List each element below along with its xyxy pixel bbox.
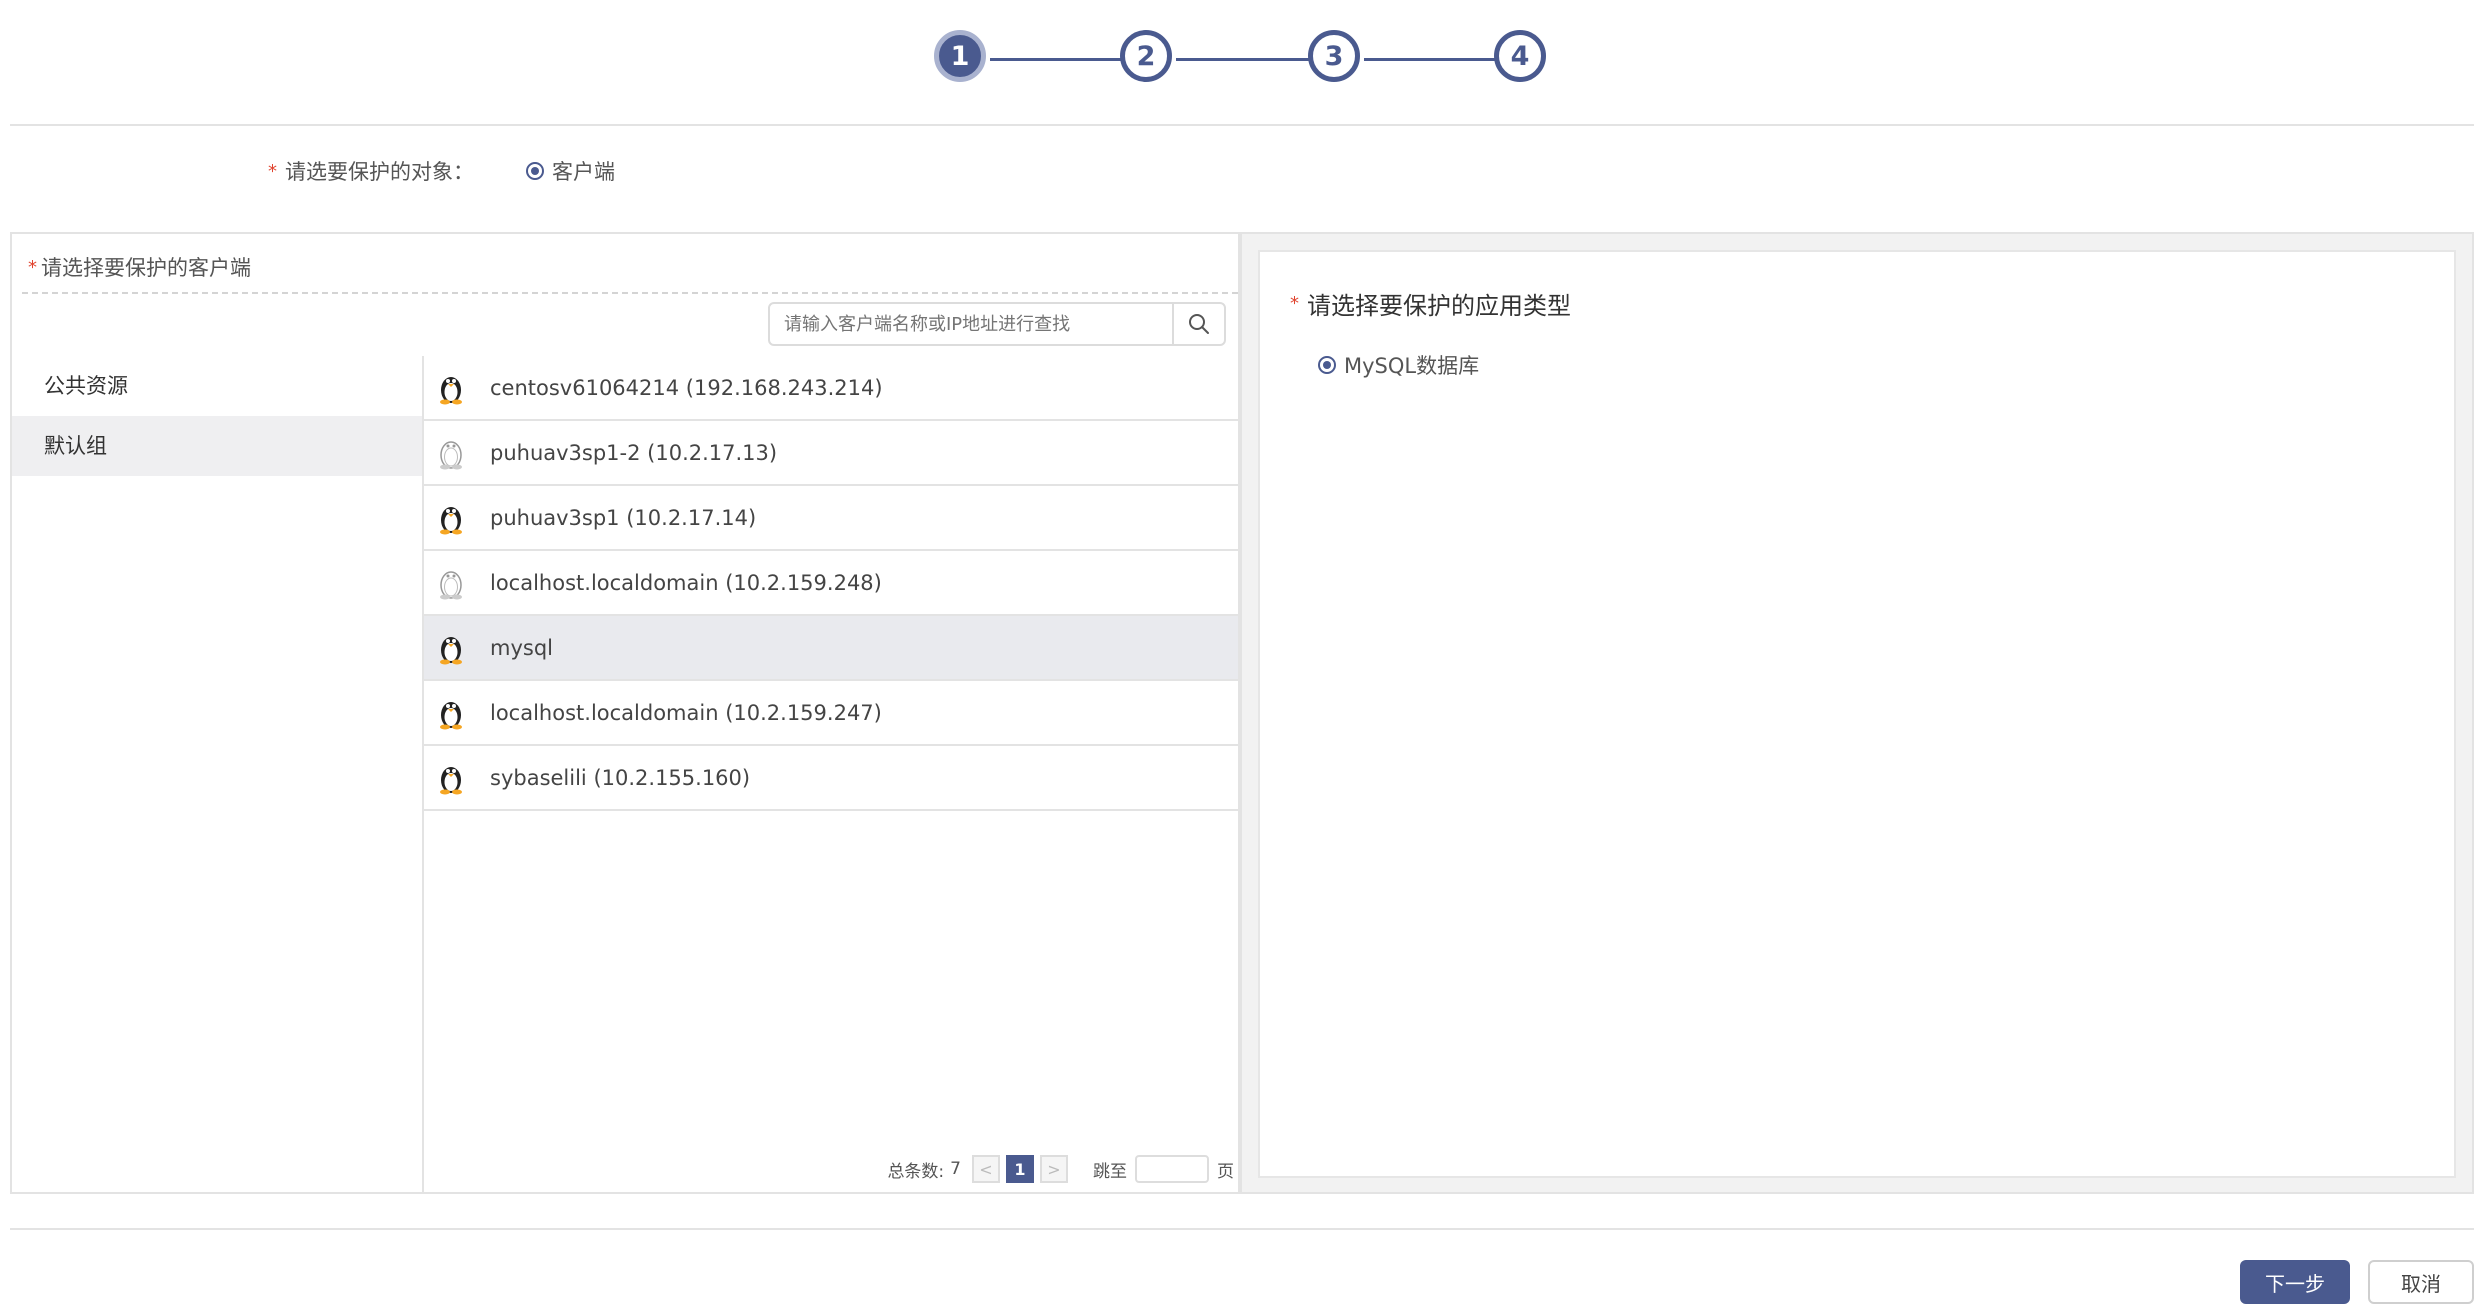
group-item-public[interactable]: 公共资源 (12, 356, 422, 416)
jump-page-input[interactable] (1135, 1155, 1209, 1183)
radio-checked-icon[interactable] (1318, 356, 1336, 374)
client-row[interactable]: puhuav3sp1-2 (10.2.17.13) (424, 421, 1238, 486)
pagination: 总条数: 7 < 1 > 跳至 页 (887, 1152, 1238, 1186)
client-label: puhuav3sp1 (10.2.17.14) (490, 505, 757, 530)
prev-page-button[interactable]: < (972, 1155, 1000, 1183)
client-select-panel: * 请选择要保护的客户端 公共资源 默认组 centosv61064214 (1… (10, 232, 1240, 1194)
step-4: 4 (1494, 30, 1546, 82)
client-search-input[interactable] (770, 304, 1172, 344)
client-search-box (768, 302, 1226, 346)
client-row[interactable]: localhost.localdomain (10.2.159.247) (424, 681, 1238, 746)
step-connector (1176, 58, 1310, 61)
linux-penguin-icon (440, 506, 462, 534)
required-mark: * (268, 160, 277, 182)
cancel-button[interactable]: 取消 (2368, 1260, 2474, 1304)
linux-penguin-offline-icon (440, 440, 462, 469)
client-radio-option[interactable]: 客户端 (526, 156, 615, 186)
client-label: mysql (490, 635, 553, 660)
client-label: localhost.localdomain (10.2.159.248) (490, 570, 882, 595)
total-count: 7 (950, 1159, 961, 1179)
step-connector (1364, 58, 1498, 61)
app-type-card: * 请选择要保护的应用类型 MySQL数据库 (1258, 250, 2456, 1178)
client-row[interactable]: puhuav3sp1 (10.2.17.14) (424, 486, 1238, 551)
app-type-panel: * 请选择要保护的应用类型 MySQL数据库 (1240, 232, 2474, 1194)
bottom-divider (10, 1228, 2474, 1230)
object-label: 请选要保护的对象： (285, 160, 474, 184)
client-panel-title-text: 请选择要保护的客户端 (41, 256, 251, 280)
linux-penguin-icon (440, 636, 462, 664)
client-row-selected[interactable]: mysql (424, 616, 1238, 681)
linux-penguin-offline-icon (440, 570, 462, 599)
required-mark: * (28, 256, 37, 278)
mysql-radio-label: MySQL数据库 (1344, 354, 1480, 378)
step-1: 1 (934, 30, 986, 82)
dashed-divider (22, 292, 1238, 294)
client-label: puhuav3sp1-2 (10.2.17.13) (490, 440, 778, 465)
current-page-button[interactable]: 1 (1006, 1155, 1034, 1183)
page-unit-label: 页 (1217, 1161, 1234, 1182)
search-button[interactable] (1172, 304, 1224, 344)
group-list: 公共资源 默认组 (12, 356, 424, 1192)
client-label: localhost.localdomain (10.2.159.247) (490, 700, 882, 725)
step-3: 3 (1308, 30, 1360, 82)
client-row[interactable]: sybaselili (10.2.155.160) (424, 746, 1238, 811)
client-radio-label: 客户端 (552, 160, 615, 184)
step-connector (990, 58, 1124, 61)
step-2: 2 (1120, 30, 1172, 82)
radio-checked-icon[interactable] (526, 162, 544, 180)
linux-penguin-icon (440, 701, 462, 729)
client-list: centosv61064214 (192.168.243.214) puhuav… (424, 356, 1238, 811)
required-mark: * (1290, 293, 1299, 314)
group-item-default[interactable]: 默认组 (12, 416, 422, 476)
next-page-button[interactable]: > (1040, 1155, 1068, 1183)
app-panel-title: * 请选择要保护的应用类型 (1290, 286, 1571, 321)
client-row[interactable]: localhost.localdomain (10.2.159.248) (424, 551, 1238, 616)
app-panel-title-text: 请选择要保护的应用类型 (1307, 292, 1571, 320)
client-label: centosv61064214 (192.168.243.214) (490, 375, 883, 400)
total-label: 总条数: (887, 1161, 945, 1182)
search-icon (1189, 314, 1209, 334)
mysql-radio-option[interactable]: MySQL数据库 (1318, 350, 1479, 380)
client-panel-title: * 请选择要保护的客户端 (28, 252, 251, 282)
client-label: sybaselili (10.2.155.160) (490, 765, 751, 790)
linux-penguin-icon (440, 376, 462, 404)
next-step-button[interactable]: 下一步 (2240, 1260, 2350, 1304)
top-divider (10, 124, 2474, 126)
object-selection-row: * 请选要保护的对象： 客户端 (268, 156, 615, 186)
linux-penguin-icon (440, 766, 462, 794)
jump-label: 跳至 (1093, 1161, 1127, 1182)
client-row[interactable]: centosv61064214 (192.168.243.214) (424, 356, 1238, 421)
